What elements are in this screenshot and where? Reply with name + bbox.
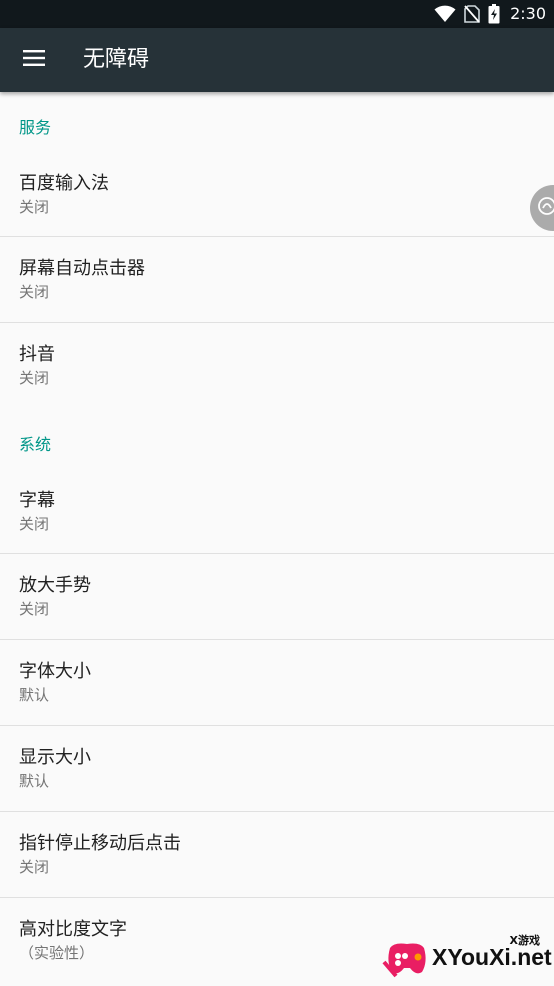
- pref-item-auto-clicker[interactable]: 屏幕自动点击器 关闭: [0, 237, 554, 323]
- watermark: X游戏 XYouXi.net: [380, 926, 554, 986]
- pref-title: 显示大小: [19, 746, 91, 768]
- menu-button[interactable]: [12, 38, 56, 82]
- pref-summary: 默认: [19, 685, 50, 704]
- pref-item-magnification-gestures[interactable]: 放大手势 关闭: [0, 554, 554, 640]
- pref-item-display-size[interactable]: 显示大小 默认: [0, 726, 554, 812]
- floating-assistant-icon: [537, 196, 554, 220]
- pref-title: 字体大小: [19, 660, 91, 682]
- pref-title: 放大手势: [19, 574, 91, 596]
- section-header-services: 服务: [19, 118, 52, 137]
- pref-title: 指针停止移动后点击: [19, 832, 181, 854]
- pref-item-douyin[interactable]: 抖音 关闭: [0, 323, 554, 409]
- no-sim-icon: [464, 5, 480, 23]
- watermark-main-text: XYouXi.net: [432, 944, 552, 970]
- pref-summary: 关闭: [19, 599, 50, 618]
- pref-item-click-after-pointer-stops[interactable]: 指针停止移动后点击 关闭: [0, 812, 554, 898]
- page-title: 无障碍: [83, 47, 150, 72]
- pref-summary: 关闭: [19, 857, 50, 876]
- status-time: 2:30: [510, 4, 546, 23]
- app-toolbar: 无障碍: [0, 28, 554, 92]
- gamepad-logo-icon: [382, 943, 426, 978]
- pref-summary: 关闭: [19, 515, 50, 533]
- pref-summary: 关闭: [19, 369, 50, 387]
- pref-item-captions[interactable]: 字幕 关闭: [0, 471, 554, 554]
- pref-summary: 默认: [19, 771, 50, 790]
- status-bar: 2:30: [0, 0, 554, 28]
- pref-item-baidu-input[interactable]: 百度输入法 关闭: [0, 154, 554, 237]
- pref-item-font-size[interactable]: 字体大小 默认: [0, 640, 554, 726]
- battery-charging-icon: [488, 4, 500, 24]
- pref-title: 百度输入法: [19, 173, 109, 194]
- pref-summary: 关闭: [19, 198, 50, 216]
- pref-title: 屏幕自动点击器: [19, 257, 145, 279]
- wifi-icon: [434, 5, 456, 23]
- status-icons: 2:30: [434, 0, 546, 28]
- hamburger-menu-icon: [23, 50, 45, 70]
- pref-title: 字幕: [19, 490, 55, 511]
- section-header-system: 系统: [19, 435, 52, 454]
- pref-summary: 关闭: [19, 282, 50, 301]
- preferences-list: 服务 百度输入法 关闭 屏幕自动点击器 关闭 抖音 关闭 系统 字幕 关闭 放大…: [0, 92, 554, 984]
- pref-title: 抖音: [19, 344, 55, 365]
